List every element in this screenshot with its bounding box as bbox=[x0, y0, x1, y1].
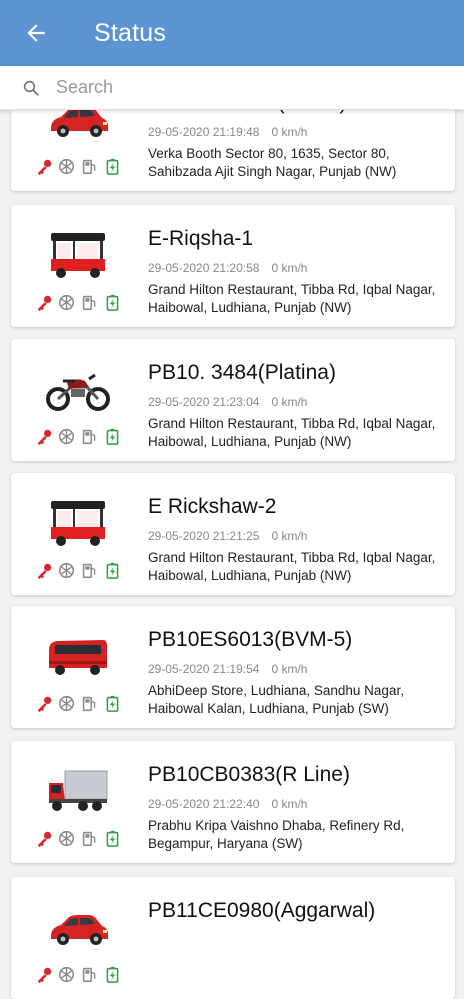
battery-icon bbox=[103, 694, 122, 713]
fuel-icon bbox=[80, 157, 99, 176]
fuel-icon bbox=[80, 561, 99, 580]
battery-icon bbox=[103, 965, 122, 984]
vehicle-meta bbox=[148, 933, 160, 947]
ignition-key-icon bbox=[34, 157, 53, 176]
vehicle-meta: 29-05-2020 21:19:54 0 km/h bbox=[148, 662, 307, 676]
ignition-key-icon bbox=[34, 965, 53, 984]
vehicle-speed: 0 km/h bbox=[271, 662, 308, 676]
ac-icon bbox=[57, 293, 76, 312]
vehicle-meta: 29-05-2020 21:21:25 0 km/h bbox=[148, 529, 307, 543]
vehicle-status-icons bbox=[34, 427, 122, 446]
vehicle-status-icons bbox=[34, 965, 122, 984]
battery-icon bbox=[103, 293, 122, 312]
vehicle-car-icon bbox=[45, 899, 111, 955]
ignition-key-icon bbox=[34, 293, 53, 312]
vehicle-status-icons bbox=[34, 293, 122, 312]
ignition-key-icon bbox=[34, 829, 53, 848]
vehicle-speed: 0 km/h bbox=[271, 529, 308, 543]
vehicle-address: Prabhu Kripa Vaishno Dhaba, Refinery Rd,… bbox=[148, 818, 405, 851]
ignition-key-icon bbox=[34, 694, 53, 713]
vehicle-card[interactable]: E-Riqsha-1 29-05-2020 21:20:58 0 km/h Grand… bbox=[11, 205, 455, 327]
vehicle-list: PB01AM8883(Verna)29-05-2020 21:19:480 km… bbox=[0, 0, 464, 999]
ignition-key-icon bbox=[34, 561, 53, 580]
ac-icon bbox=[57, 965, 76, 984]
vehicle-address: AbhiDeep Store, Ludhiana, Sandhu Nagar, … bbox=[148, 683, 404, 716]
vehicle-address: Grand Hilton Restaurant, Tibba Rd, Iqbal… bbox=[148, 282, 436, 315]
vehicle-name: E-Riqsha-1 bbox=[148, 227, 254, 250]
vehicle-card[interactable]: PB10. 3484(Platina) 29-05-2020 21:23:04 0 … bbox=[11, 339, 455, 461]
last-update-time: 29-05-2020 21:19:48 bbox=[148, 125, 260, 139]
search-input[interactable] bbox=[56, 77, 436, 98]
arrow-left-icon bbox=[27, 24, 45, 42]
last-update-time: 29-05-2020 21:21:25 bbox=[148, 529, 260, 543]
vehicle-name: PB11CE0980(Aggarwal) bbox=[148, 899, 376, 922]
vehicle-address: Verka Booth Sector 80, 1635, Sector 80, … bbox=[148, 146, 397, 179]
page-title: Status bbox=[94, 18, 167, 47]
fuel-icon bbox=[80, 293, 99, 312]
ac-icon bbox=[57, 561, 76, 580]
vehicle-status-icons bbox=[34, 694, 122, 713]
ac-icon bbox=[57, 694, 76, 713]
ac-icon bbox=[57, 829, 76, 848]
vehicle-rickshaw-icon bbox=[45, 495, 111, 551]
last-update-time: 29-05-2020 21:22:40 bbox=[148, 797, 260, 811]
fuel-icon bbox=[80, 694, 99, 713]
ac-icon bbox=[57, 427, 76, 446]
search-icon bbox=[0, 79, 56, 97]
battery-icon bbox=[103, 427, 122, 446]
vehicle-meta: 29-05-2020 21:20:58 0 km/h bbox=[148, 261, 307, 275]
battery-icon bbox=[103, 157, 122, 176]
search-bar bbox=[0, 66, 464, 110]
vehicle-meta: 29-05-2020 21:19:48 0 km/h bbox=[148, 125, 307, 139]
last-update-time: 29-05-2020 21:20:58 bbox=[148, 261, 260, 275]
last-update-time: 29-05-2020 21:23:04 bbox=[148, 395, 260, 409]
vehicle-bus-icon bbox=[45, 628, 111, 684]
vehicle-card[interactable]: PB10CB0383(R Line) 29-05-2020 21:22:40 0 k… bbox=[11, 741, 455, 863]
vehicle-card[interactable]: PB10ES6013(BVM-5) 29-05-2020 21:19:54 0 km… bbox=[11, 606, 455, 728]
vehicle-meta: 29-05-2020 21:23:04 0 km/h bbox=[148, 395, 307, 409]
vehicle-motorcycle-icon bbox=[45, 361, 111, 417]
vehicle-speed: 0 km/h bbox=[271, 261, 308, 275]
battery-icon bbox=[103, 829, 122, 848]
vehicle-meta: 29-05-2020 21:22:40 0 km/h bbox=[148, 797, 307, 811]
vehicle-card[interactable]: PB11CE0980(Aggarwal) bbox=[11, 877, 455, 999]
vehicle-speed: 0 km/h bbox=[271, 125, 308, 139]
app-bar: Status bbox=[0, 0, 464, 66]
ignition-key-icon bbox=[34, 427, 53, 446]
vehicle-truck-icon bbox=[45, 763, 111, 819]
vehicle-name: E Rickshaw-2 bbox=[148, 495, 277, 518]
vehicle-status-icons bbox=[34, 829, 122, 848]
vehicle-name: PB10ES6013(BVM-5) bbox=[148, 628, 353, 651]
battery-icon bbox=[103, 561, 122, 580]
ac-icon bbox=[57, 157, 76, 176]
fuel-icon bbox=[80, 965, 99, 984]
vehicle-speed: 0 km/h bbox=[271, 797, 308, 811]
fuel-icon bbox=[80, 427, 99, 446]
vehicle-rickshaw-icon bbox=[45, 227, 111, 283]
last-update-time: 29-05-2020 21:19:54 bbox=[148, 662, 260, 676]
vehicle-card[interactable]: E Rickshaw-2 29-05-2020 21:21:25 0 km/h Gra… bbox=[11, 473, 455, 595]
vehicle-address: Grand Hilton Restaurant, Tibba Rd, Iqbal… bbox=[148, 550, 436, 583]
vehicle-address: Grand Hilton Restaurant, Tibba Rd, Iqbal… bbox=[148, 416, 436, 449]
vehicle-speed: 0 km/h bbox=[271, 395, 308, 409]
vehicle-status-icons bbox=[34, 157, 122, 176]
back-button[interactable] bbox=[0, 0, 72, 66]
vehicle-status-icons bbox=[34, 561, 122, 580]
vehicle-name: PB10CB0383(R Line) bbox=[148, 763, 350, 786]
fuel-icon bbox=[80, 829, 99, 848]
vehicle-name: PB10. 3484(Platina) bbox=[148, 361, 336, 384]
